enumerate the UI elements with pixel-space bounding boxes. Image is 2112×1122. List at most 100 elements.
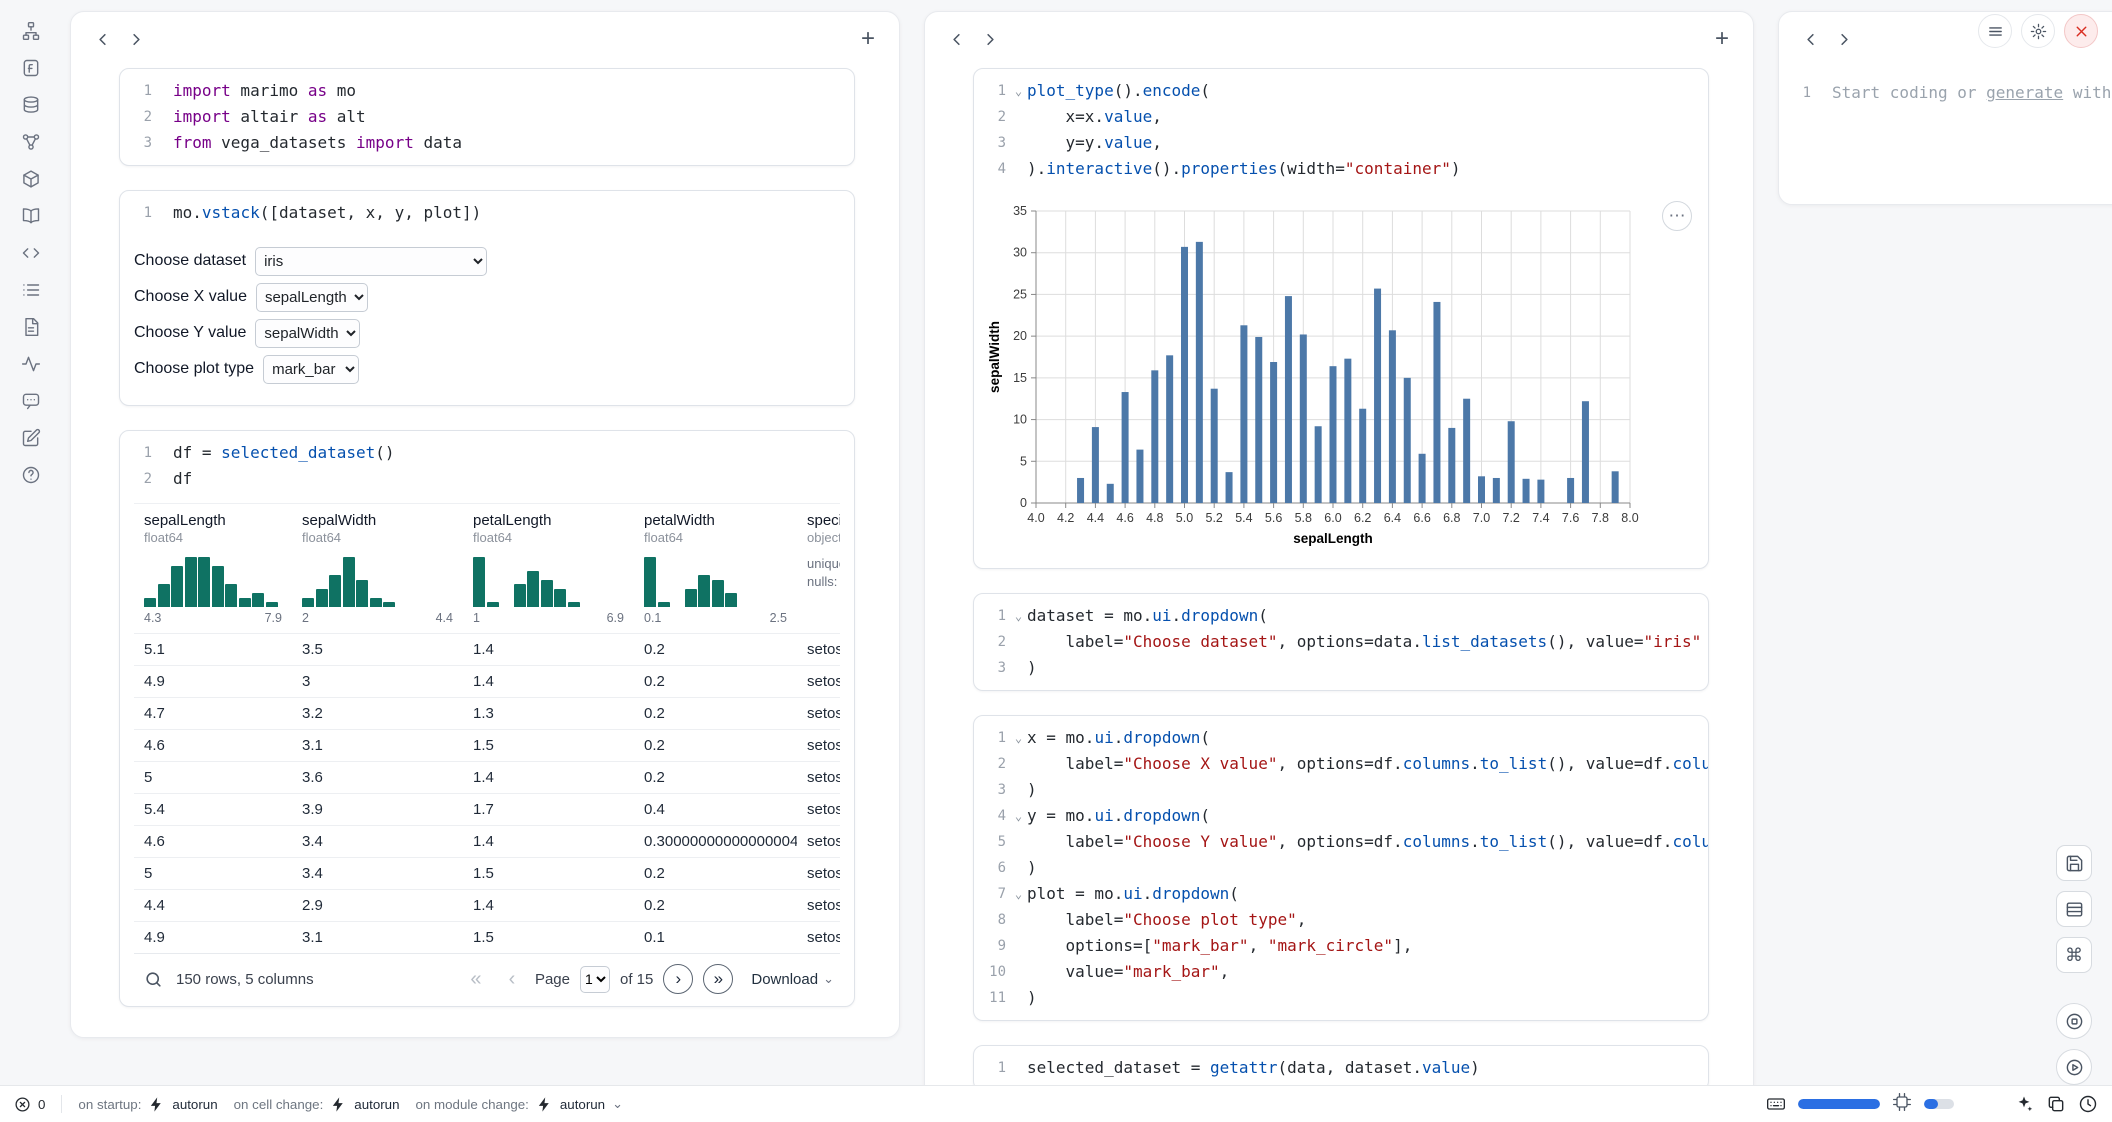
table-row[interactable]: 53.61.40.2setosa [134, 761, 840, 793]
table-row[interactable]: 5.13.51.40.2setosa [134, 633, 840, 665]
dropdown-select[interactable]: sepalWidth [255, 319, 360, 348]
chevron-right-icon[interactable] [1827, 22, 1861, 56]
generate-with-ai-link[interactable]: generate [1986, 83, 2063, 102]
code-editor[interactable]: 1df = selected_dataset()2df [120, 431, 854, 501]
column-header[interactable]: petalLengthfloat64 [463, 504, 634, 549]
files-icon[interactable] [15, 20, 47, 42]
chevron-left-icon[interactable] [1793, 22, 1827, 56]
code-line[interactable]: 4).interactive().properties(width="conta… [974, 156, 1698, 182]
pager-next-button[interactable]: › [663, 964, 693, 994]
bar-chart[interactable]: 4.04.24.44.64.85.05.25.45.65.86.06.26.46… [986, 197, 1646, 549]
code-line[interactable]: 2 label="Choose dataset", options=data.l… [974, 629, 1698, 655]
menu-icon[interactable] [1978, 14, 2012, 48]
stop-icon[interactable] [2056, 1003, 2092, 1039]
chart-actions-button[interactable]: ⋯ [1662, 201, 1692, 231]
code-editor[interactable]: 1import marimo as mo2import altair as al… [120, 69, 854, 165]
code-line[interactable]: 8 label="Choose plot type", [974, 907, 1698, 933]
pager-last-button[interactable]: » [703, 964, 733, 994]
code-editor[interactable]: 1⌄x = mo.ui.dropdown(2 label="Choose X v… [974, 716, 1708, 1020]
datasets-icon[interactable] [15, 94, 47, 116]
errors-indicator[interactable]: 0 [14, 1096, 45, 1113]
table-layout-icon[interactable] [2056, 891, 2092, 927]
download-button[interactable]: Download⌄ [751, 971, 834, 988]
dropdown-select[interactable]: sepalLength [256, 283, 368, 312]
code-editor[interactable]: 1⌄plot_type().encode(2 x=x.value,3 y=y.v… [974, 69, 1708, 191]
logs-icon[interactable] [15, 316, 47, 338]
code-line[interactable]: 3) [974, 777, 1698, 803]
packages-icon[interactable] [15, 168, 47, 190]
search-icon[interactable] [140, 966, 166, 992]
snippets-icon[interactable] [15, 242, 47, 264]
table-row[interactable]: 53.41.50.2setosa [134, 857, 840, 889]
code-editor[interactable]: 1⌄dataset = mo.ui.dropdown(2 label="Choo… [974, 594, 1708, 690]
column-header[interactable]: sepalWidthfloat64 [292, 504, 463, 549]
code-line[interactable]: 1⌄dataset = mo.ui.dropdown( [974, 603, 1698, 629]
code-line[interactable]: 3 y=y.value, [974, 130, 1698, 156]
code-line[interactable]: 9 options=["mark_bar", "mark_circle"], [974, 933, 1698, 959]
outline-icon[interactable] [15, 279, 47, 301]
code-line[interactable]: 2 label="Choose X value", options=df.col… [974, 751, 1698, 777]
code-line[interactable]: 3) [974, 655, 1698, 681]
dependencies-icon[interactable] [15, 131, 47, 153]
code-line[interactable]: 2df [120, 466, 844, 492]
code-line[interactable]: 1⌄plot_type().encode( [974, 78, 1698, 104]
column-header[interactable]: speciesobject [797, 504, 840, 549]
code-line[interactable]: 1selected_dataset = getattr(data, datase… [974, 1055, 1698, 1081]
on-module-change-autorun-button[interactable]: on module change: autorun ⌄ [416, 1096, 624, 1113]
pager-prev-button[interactable]: ‹ [499, 968, 525, 991]
code-line[interactable]: 4⌄y = mo.ui.dropdown( [974, 803, 1698, 829]
tracebacks-icon[interactable] [15, 353, 47, 375]
history-clock-icon[interactable] [2078, 1094, 2098, 1114]
code-line[interactable]: 5 label="Choose Y value", options=df.col… [974, 829, 1698, 855]
settings-gear-icon[interactable] [2021, 14, 2055, 48]
chevron-right-icon[interactable] [119, 22, 153, 56]
keyboard-icon[interactable] [1766, 1094, 1786, 1114]
help-icon[interactable] [15, 464, 47, 486]
add-cell-button[interactable]: + [851, 22, 885, 56]
altair-chart[interactable]: 4.04.24.44.64.85.05.25.45.65.86.06.26.46… [974, 191, 1708, 568]
table-row[interactable]: 4.93.11.50.1setosa [134, 921, 840, 953]
on-cell-change-autorun-button[interactable]: on cell change: autorun [234, 1096, 400, 1113]
table-row[interactable]: 5.43.91.70.4setosa [134, 793, 840, 825]
fold-marker[interactable]: ⌄ [1010, 803, 1027, 829]
fold-marker[interactable]: ⌄ [1010, 881, 1027, 907]
chat-icon[interactable] [15, 390, 47, 412]
empty-cell-editor[interactable]: 1 Start coding or generate with AI [1779, 66, 2112, 176]
page-select[interactable]: 1 [580, 966, 610, 993]
code-line[interactable]: 10 value="mark_bar", [974, 959, 1698, 985]
code-line[interactable]: 2 x=x.value, [974, 104, 1698, 130]
code-editor[interactable]: 1mo.vstack([dataset, x, y, plot]) [120, 191, 854, 235]
code-line[interactable]: 1import marimo as mo [120, 78, 844, 104]
save-icon[interactable] [2056, 845, 2092, 881]
table-row[interactable]: 4.42.91.40.2setosa [134, 889, 840, 921]
column-header[interactable]: sepalLengthfloat64 [134, 504, 292, 549]
dropdown-select[interactable]: mark_bar [263, 355, 359, 384]
code-line[interactable]: 1df = selected_dataset() [120, 440, 844, 466]
column-header[interactable]: petalWidthfloat64 [634, 504, 797, 549]
table-row[interactable]: 4.63.11.50.2setosa [134, 729, 840, 761]
pager-first-button[interactable]: « [463, 968, 489, 991]
ai-sparkles-icon[interactable] [2014, 1094, 2034, 1114]
chevron-left-icon[interactable] [85, 22, 119, 56]
marimo-file-icon[interactable] [15, 57, 47, 79]
chevron-left-icon[interactable] [939, 22, 973, 56]
run-all-play-icon[interactable] [2056, 1049, 2092, 1085]
code-line[interactable]: 1mo.vstack([dataset, x, y, plot]) [120, 200, 844, 226]
chevron-right-icon[interactable] [973, 22, 1007, 56]
scratchpad-icon[interactable] [15, 427, 47, 449]
fold-marker[interactable]: ⌄ [1010, 725, 1027, 751]
code-line[interactable]: 2import altair as alt [120, 104, 844, 130]
documentation-icon[interactable] [15, 205, 47, 227]
table-row[interactable]: 4.63.41.40.30000000000000004setosa [134, 825, 840, 857]
table-row[interactable]: 4.931.40.2setosa [134, 665, 840, 697]
keyboard-shortcuts-command-icon[interactable]: ⌘ [2056, 937, 2092, 973]
table-row[interactable]: 4.73.21.30.2setosa [134, 697, 840, 729]
code-line[interactable]: 7⌄plot = mo.ui.dropdown( [974, 881, 1698, 907]
code-line[interactable]: 1⌄x = mo.ui.dropdown( [974, 725, 1698, 751]
add-cell-button[interactable]: + [1705, 22, 1739, 56]
code-line[interactable]: 6) [974, 855, 1698, 881]
shutdown-close-icon[interactable] [2064, 14, 2098, 48]
code-line[interactable]: 3from vega_datasets import data [120, 130, 844, 156]
on-startup-autorun-button[interactable]: on startup: autorun [78, 1096, 217, 1113]
layers-copy-icon[interactable] [2046, 1094, 2066, 1114]
